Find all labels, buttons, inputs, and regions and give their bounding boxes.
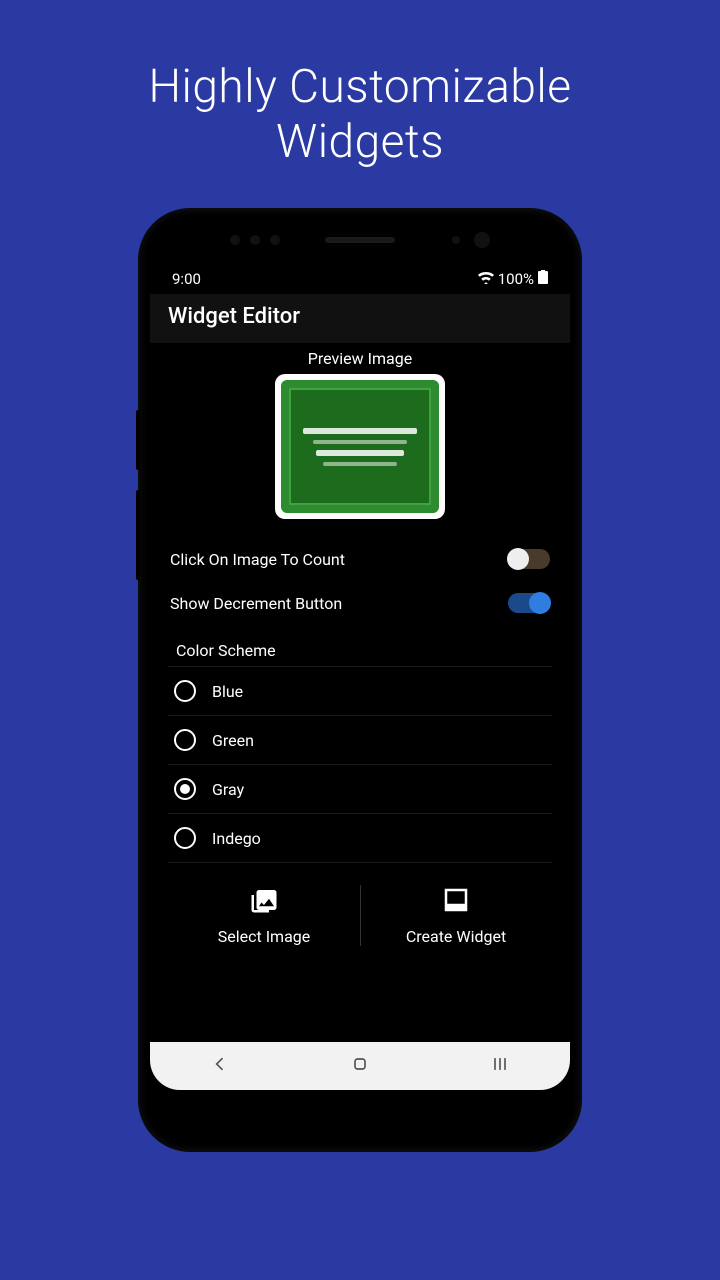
bottom-actions: Select Image Create Widget (168, 877, 552, 966)
color-option-label: Green (212, 731, 254, 750)
color-option-blue[interactable]: Blue (168, 666, 552, 716)
battery-icon (538, 270, 548, 288)
preview-image-label: Preview Image (168, 349, 552, 368)
android-nav-bar (150, 1042, 570, 1090)
action-divider (360, 885, 361, 946)
nav-home-icon[interactable] (350, 1054, 370, 1078)
create-widget-button[interactable]: Create Widget (360, 877, 552, 966)
page-title: Widget Editor (168, 304, 300, 329)
toggle-click-to-count[interactable] (508, 549, 550, 569)
color-scheme-options: Blue Green Gray Indego (168, 666, 552, 863)
radio-icon (174, 680, 196, 702)
color-option-gray[interactable]: Gray (168, 765, 552, 814)
wifi-icon (478, 270, 494, 288)
setting-label: Click On Image To Count (170, 550, 345, 569)
widget-icon (441, 885, 471, 919)
color-option-indego[interactable]: Indego (168, 814, 552, 863)
app-bar: Widget Editor (150, 294, 570, 343)
preview-image-content (283, 382, 437, 511)
setting-label: Show Decrement Button (170, 594, 342, 613)
setting-click-to-count: Click On Image To Count (168, 537, 552, 581)
setting-show-decrement: Show Decrement Button (168, 581, 552, 625)
radio-icon (174, 778, 196, 800)
phone-side-button (136, 490, 140, 580)
promo-line-1: Highly Customizable (0, 60, 720, 115)
color-option-label: Gray (212, 780, 244, 799)
phone-screen: 9:00 100% Widget Editor Preview Image (150, 260, 570, 1090)
promo-line-2: Widgets (0, 115, 720, 170)
color-scheme-label: Color Scheme (168, 625, 552, 666)
toggle-show-decrement[interactable] (508, 593, 550, 613)
phone-top-bezel (150, 220, 570, 260)
status-right: 100% (478, 270, 548, 288)
color-option-label: Blue (212, 682, 243, 701)
nav-back-icon[interactable] (210, 1054, 230, 1078)
radio-icon (174, 729, 196, 751)
status-battery-text: 100% (498, 270, 534, 288)
color-option-label: Indego (212, 829, 261, 848)
content-area: Preview Image Click On Image To Count Sh… (150, 343, 570, 1042)
promo-headline: Highly Customizable Widgets (0, 0, 720, 170)
nav-recents-icon[interactable] (490, 1054, 510, 1078)
phone-side-button (136, 410, 140, 470)
status-time: 9:00 (172, 270, 201, 288)
action-label: Create Widget (406, 927, 506, 946)
radio-icon (174, 827, 196, 849)
preview-image[interactable] (275, 374, 445, 519)
action-label: Select Image (218, 927, 311, 946)
image-icon (249, 885, 279, 919)
color-option-green[interactable]: Green (168, 716, 552, 765)
status-bar: 9:00 100% (150, 260, 570, 294)
phone-frame: 9:00 100% Widget Editor Preview Image (140, 210, 580, 1150)
select-image-button[interactable]: Select Image (168, 877, 360, 966)
